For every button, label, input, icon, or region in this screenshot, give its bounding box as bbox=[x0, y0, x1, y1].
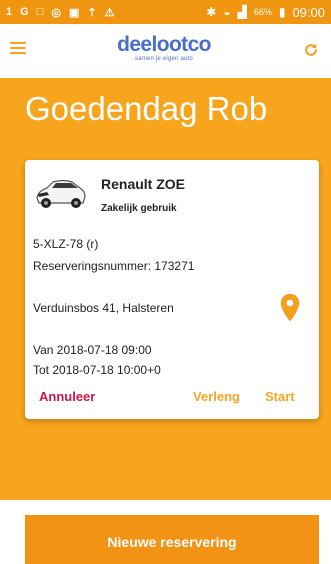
logo-text: deelootco bbox=[117, 33, 211, 56]
signal-icon: ▟ bbox=[237, 5, 247, 19]
reservation-end-time: Tot 2018-07-18 10:00+0 bbox=[33, 363, 161, 377]
wifi-icon: ◒ bbox=[223, 5, 231, 19]
notification-icon-1: 1 bbox=[6, 6, 13, 18]
car-model: Renault ZOE bbox=[101, 176, 186, 192]
battery-level: 66% bbox=[253, 7, 272, 17]
reservation-card: Renault ZOE Zakelijk gebruik 5-XLZ-78 (r… bbox=[25, 160, 319, 419]
battery-icon: ▮ bbox=[278, 5, 286, 19]
reservation-number: Reserveringsnummer: 173271 bbox=[33, 259, 195, 273]
cancel-button[interactable]: Annuleer bbox=[39, 389, 95, 404]
license-plate: 5-XLZ-78 (r) bbox=[33, 237, 99, 251]
notification-icon-4: ◎ bbox=[51, 6, 61, 19]
app-logo: deelootco samen je eigen auto bbox=[104, 33, 224, 63]
app-bar: deelootco samen je eigen auto bbox=[0, 24, 331, 78]
notification-icon-5: ▣ bbox=[68, 6, 80, 19]
bluetooth-icon: ✱ bbox=[206, 5, 217, 19]
start-button[interactable]: Start bbox=[265, 389, 295, 404]
clock: 09:00 bbox=[292, 4, 325, 20]
extend-button[interactable]: Verleng bbox=[193, 389, 240, 404]
status-bar: 1 G □ ◎ ▣ ⇡ ⚠ ✱ ◒ ▟ 66% ▮ 09:00 bbox=[0, 0, 331, 24]
status-right: ✱ ◒ ▟ 66% ▮ 09:00 bbox=[206, 5, 325, 20]
pickup-address: Verduinsbos 41, Halsteren bbox=[33, 301, 174, 315]
notification-icons: 1 G □ ◎ ▣ ⇡ ⚠ bbox=[6, 6, 114, 19]
notification-icon-2: G bbox=[20, 6, 29, 18]
notification-icon-7: ⚠ bbox=[104, 6, 115, 19]
logo-tagline: samen je eigen auto bbox=[135, 56, 193, 62]
refresh-icon[interactable] bbox=[302, 41, 320, 59]
reservation-start-time: Van 2018-07-18 09:00 bbox=[33, 343, 152, 357]
menu-icon[interactable] bbox=[10, 42, 26, 58]
car-image bbox=[36, 179, 86, 208]
location-pin-icon[interactable] bbox=[280, 293, 300, 323]
greeting-heading: Goedendag Rob bbox=[25, 90, 268, 127]
usage-type: Zakelijk gebruik bbox=[101, 203, 177, 214]
new-reservation-button[interactable]: Nieuwe reservering bbox=[25, 515, 319, 564]
notification-icon-6: ⇡ bbox=[87, 6, 97, 19]
notification-icon-3: □ bbox=[36, 6, 44, 18]
